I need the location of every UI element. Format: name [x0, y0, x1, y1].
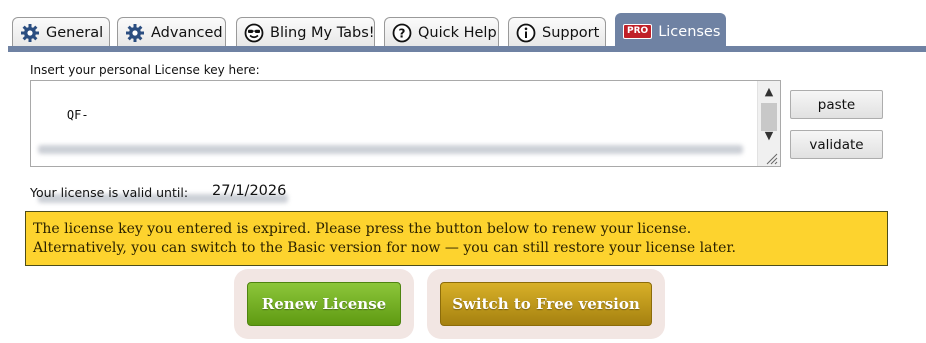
- tab-quick-help[interactable]: ? Quick Help: [384, 17, 499, 48]
- tab-general[interactable]: General: [12, 17, 110, 48]
- scroll-up-icon[interactable]: ▲: [758, 83, 780, 101]
- svg-text:?: ?: [399, 27, 406, 41]
- validate-button[interactable]: validate: [790, 130, 883, 159]
- tab-support[interactable]: Support: [508, 17, 606, 48]
- license-field-label: Insert your personal License key here:: [30, 63, 260, 77]
- tab-general-label: General: [46, 25, 104, 41]
- warning-line-1: The license key you entered is expired. …: [33, 221, 692, 237]
- tab-quick-help-label: Quick Help: [418, 25, 497, 41]
- tab-strip-underline: [8, 46, 926, 52]
- tab-strip: General Advanced Bling My Tabs! ? Quick …: [0, 0, 926, 52]
- tab-licenses[interactable]: PRO Licenses: [615, 13, 726, 49]
- scroll-down-icon[interactable]: ▼: [758, 127, 780, 145]
- license-key-textarea[interactable]: QF- ▲ ▼: [30, 80, 781, 252]
- resize-grip-icon[interactable]: [764, 150, 778, 165]
- valid-until-label: Your license is valid until:: [30, 185, 189, 200]
- tab-advanced-label: Advanced: [151, 25, 223, 41]
- question-icon: ?: [392, 23, 412, 43]
- tab-advanced[interactable]: Advanced: [117, 17, 226, 48]
- info-icon: [516, 23, 536, 43]
- switch-to-free-button[interactable]: Switch to Free version: [440, 282, 652, 326]
- tab-bling-label: Bling My Tabs!: [270, 25, 375, 41]
- tab-licenses-label: Licenses: [658, 23, 721, 40]
- renew-license-button[interactable]: Renew License: [247, 282, 401, 326]
- pro-badge-icon: PRO: [623, 24, 653, 39]
- valid-until-date: 27/1/2026: [212, 183, 287, 199]
- gear-icon: [20, 23, 40, 43]
- warning-line-2: Alternatively, you can switch to the Bas…: [33, 240, 736, 256]
- license-expired-warning: The license key you entered is expired. …: [25, 211, 888, 266]
- key-vertical-scrollbar[interactable]: ▲ ▼: [757, 81, 780, 166]
- tab-bling-my-tabs[interactable]: Bling My Tabs!: [236, 17, 375, 48]
- redacted-key-line: [38, 145, 743, 154]
- license-key-prefix: QF-: [66, 108, 89, 122]
- smiley-sunglasses-icon: [244, 23, 264, 43]
- paste-button[interactable]: paste: [790, 90, 883, 119]
- gear-icon: [125, 23, 145, 43]
- tab-support-label: Support: [542, 25, 600, 41]
